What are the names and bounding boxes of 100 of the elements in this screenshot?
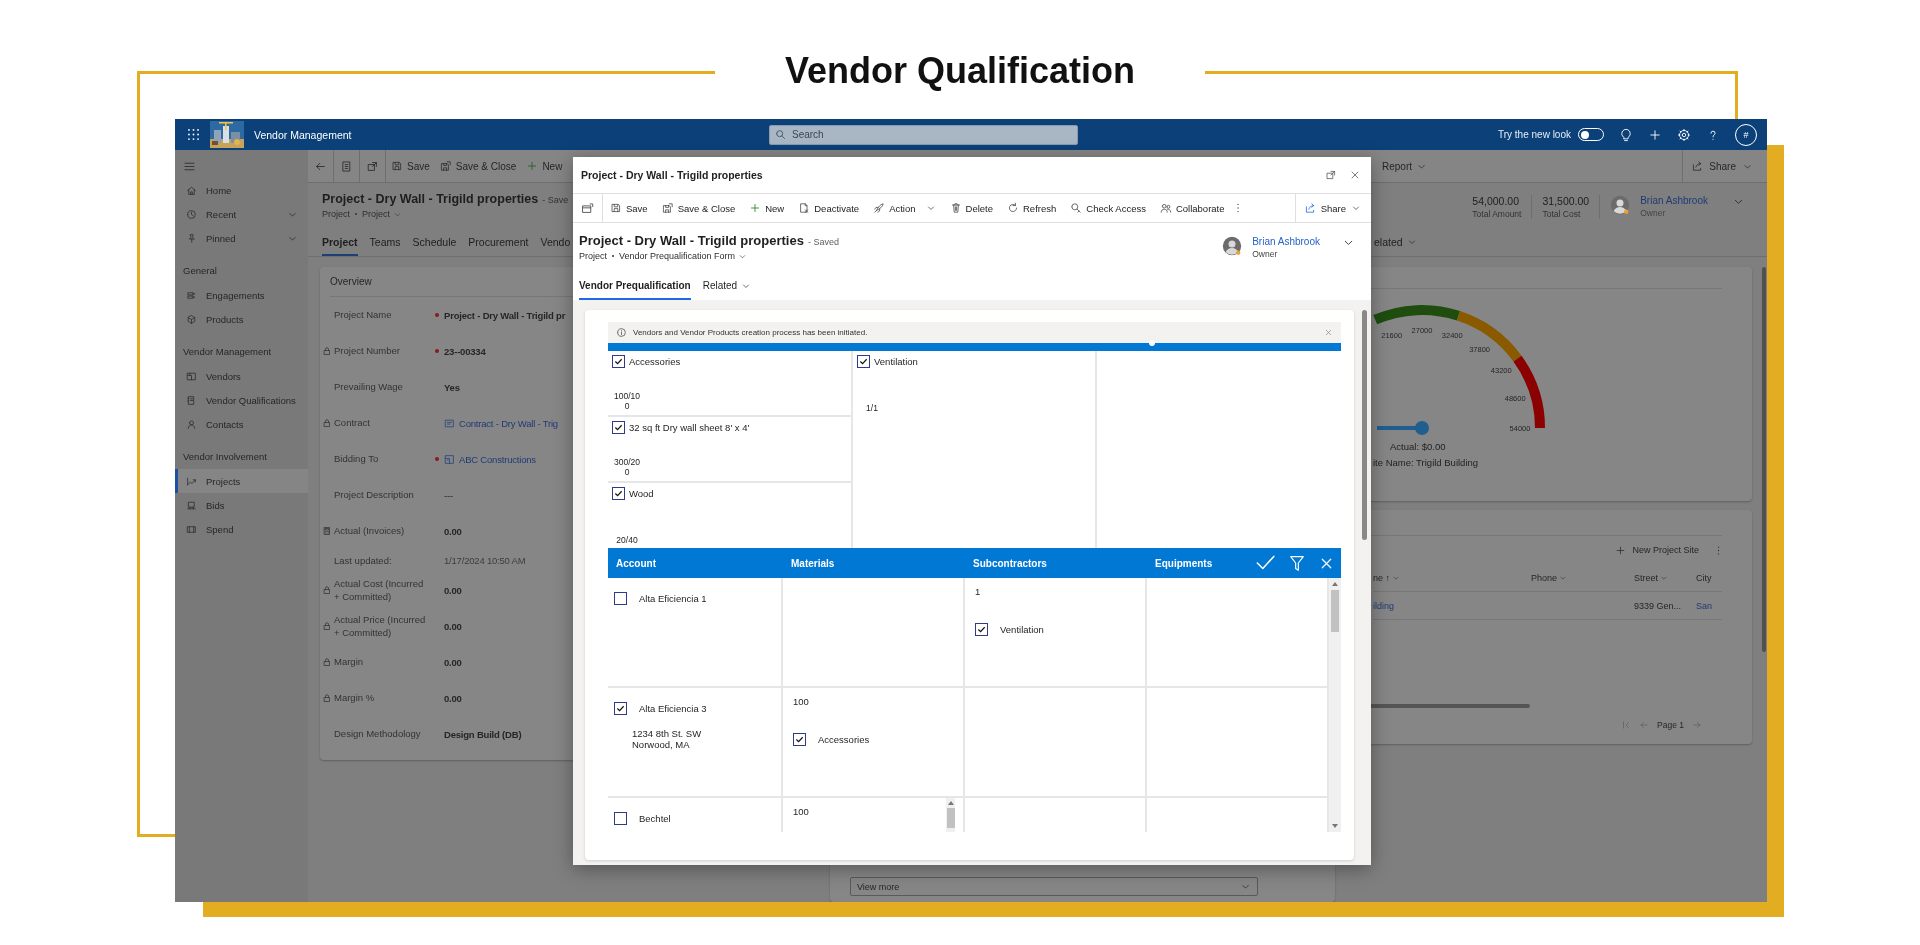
nav-item[interactable]: Contacts xyxy=(175,412,308,436)
check-icon xyxy=(614,357,623,366)
field-value: Yes xyxy=(444,381,460,393)
site-link[interactable]: ilding xyxy=(1373,600,1531,611)
page-icon[interactable] xyxy=(340,159,353,173)
toolbar-button[interactable]: Collaborate xyxy=(1152,202,1232,214)
nav-item[interactable]: Projects xyxy=(175,469,308,493)
window-icon[interactable] xyxy=(581,201,594,215)
form-selector[interactable]: Vendor Prequalification Form xyxy=(619,251,748,261)
breadcrumb-item[interactable]: Project xyxy=(322,209,350,219)
nav-heading: Vendor Involvement xyxy=(182,450,268,464)
checkbox[interactable] xyxy=(612,421,625,434)
settings-icon[interactable] xyxy=(1677,127,1691,142)
handle-dot[interactable] xyxy=(1149,340,1155,346)
toolbar-button[interactable]: Save xyxy=(386,160,435,172)
dropdown-field[interactable]: View more xyxy=(850,877,1258,896)
nav-item[interactable]: Home xyxy=(175,178,308,202)
tab[interactable]: Schedule xyxy=(412,230,457,256)
chart-icon xyxy=(186,475,197,487)
checkbox[interactable] xyxy=(612,487,625,500)
lookup-link[interactable]: ABC Constructions xyxy=(459,453,536,465)
search-field[interactable]: Search xyxy=(769,124,1078,145)
lock-icon xyxy=(322,693,332,703)
tab[interactable]: Procurement xyxy=(468,230,529,256)
scrollbar[interactable] xyxy=(946,798,955,832)
toolbar-button[interactable]: New xyxy=(742,202,792,214)
share-button[interactable]: Share xyxy=(1294,194,1371,222)
clock-icon xyxy=(186,208,197,220)
checkbox[interactable] xyxy=(793,733,806,746)
toolbar-button[interactable]: Save xyxy=(603,202,655,214)
document-icon xyxy=(186,394,197,406)
lock-icon xyxy=(322,346,332,356)
nav-item[interactable]: Engagements xyxy=(175,283,308,307)
nav-item[interactable]: Recent xyxy=(175,202,308,226)
popout-icon[interactable] xyxy=(1325,169,1337,181)
field-value: --- xyxy=(444,489,453,501)
account-name: Bechtel xyxy=(639,813,671,824)
tab[interactable]: Teams xyxy=(369,230,401,256)
lightbulb-icon[interactable] xyxy=(1619,127,1633,142)
toolbar-button[interactable]: Delete xyxy=(942,202,1000,214)
nav-item[interactable]: Vendor Qualifications xyxy=(175,388,308,412)
nav-heading: Vendor Management xyxy=(182,345,273,359)
new-site-button[interactable]: New Project Site xyxy=(1615,544,1699,556)
tab[interactable]: Vendo xyxy=(540,230,571,256)
filter-icon[interactable] xyxy=(1288,554,1306,572)
column-header[interactable]: ne ↑ xyxy=(1373,572,1531,583)
owner-name[interactable]: Brian Ashbrook xyxy=(1252,236,1320,247)
field-label: Margin xyxy=(334,655,365,669)
toolbar-button[interactable]: Refresh xyxy=(1000,202,1064,214)
checkbox[interactable] xyxy=(975,623,988,636)
checkbox[interactable] xyxy=(857,355,870,368)
nav-item[interactable]: Pinned xyxy=(175,226,308,250)
check-icon xyxy=(795,735,804,744)
required-mark xyxy=(435,349,439,353)
toolbar-button[interactable]: Save & Close xyxy=(434,160,522,172)
lookup-link[interactable]: Contract - Dry Wall - Trig xyxy=(459,417,558,429)
share-button[interactable]: Share xyxy=(1682,150,1767,182)
avatar[interactable] xyxy=(1222,236,1243,256)
popout-icon[interactable] xyxy=(366,159,379,173)
field-label: Contract xyxy=(334,416,371,430)
summary-value: 54,000.00 xyxy=(1472,195,1521,207)
dropdown-button[interactable]: Action xyxy=(866,202,943,214)
column-header[interactable]: City xyxy=(1696,572,1722,583)
field-label: Prevailing Wage xyxy=(334,380,404,394)
plus-icon[interactable] xyxy=(1648,127,1662,142)
field-value: 0.00 xyxy=(444,584,462,596)
toolbar-button[interactable]: Deactivate xyxy=(791,202,867,214)
nav-item[interactable]: Spend xyxy=(175,517,308,541)
app-name[interactable]: Vendor Management xyxy=(254,128,352,141)
breadcrumb-item[interactable]: Project xyxy=(579,251,607,261)
scrollbar[interactable] xyxy=(1762,267,1766,652)
rocket-icon xyxy=(873,202,886,214)
close-icon[interactable] xyxy=(1349,169,1361,181)
dropdown-button[interactable]: Report xyxy=(1377,160,1432,172)
nav-item[interactable]: Vendors xyxy=(175,364,308,388)
tab[interactable]: elated xyxy=(1374,230,1417,256)
scrollbar[interactable] xyxy=(1329,578,1341,832)
summary-label: Total Amount xyxy=(1472,209,1522,219)
checkbox[interactable] xyxy=(614,592,627,605)
field-value: 0.00 xyxy=(444,656,462,668)
checkbox[interactable] xyxy=(612,355,625,368)
city-link[interactable]: San xyxy=(1696,600,1722,611)
column-header[interactable]: Street xyxy=(1634,572,1696,583)
toolbar-button[interactable]: New xyxy=(521,160,568,172)
nav-item[interactable]: Products xyxy=(175,307,308,331)
form-selector[interactable]: Project xyxy=(362,209,403,219)
toolbar-button[interactable]: Save & Close xyxy=(654,202,743,214)
item-label: Ventilation xyxy=(1000,624,1044,635)
column-header[interactable]: Phone xyxy=(1531,572,1634,583)
owner-name[interactable]: Brian Ashbrook xyxy=(1640,195,1708,206)
tab[interactable]: Related xyxy=(702,273,752,300)
checkbox[interactable] xyxy=(614,812,627,825)
toolbar-button[interactable]: Check Access xyxy=(1063,202,1153,214)
app-launcher-icon[interactable] xyxy=(187,128,200,141)
scrollbar[interactable] xyxy=(1362,310,1367,540)
tab[interactable]: Project xyxy=(322,230,358,256)
search-icon xyxy=(775,128,786,140)
nav-item[interactable]: Bids xyxy=(175,493,308,517)
checkbox[interactable] xyxy=(614,702,627,715)
avatar[interactable] xyxy=(1610,195,1631,215)
